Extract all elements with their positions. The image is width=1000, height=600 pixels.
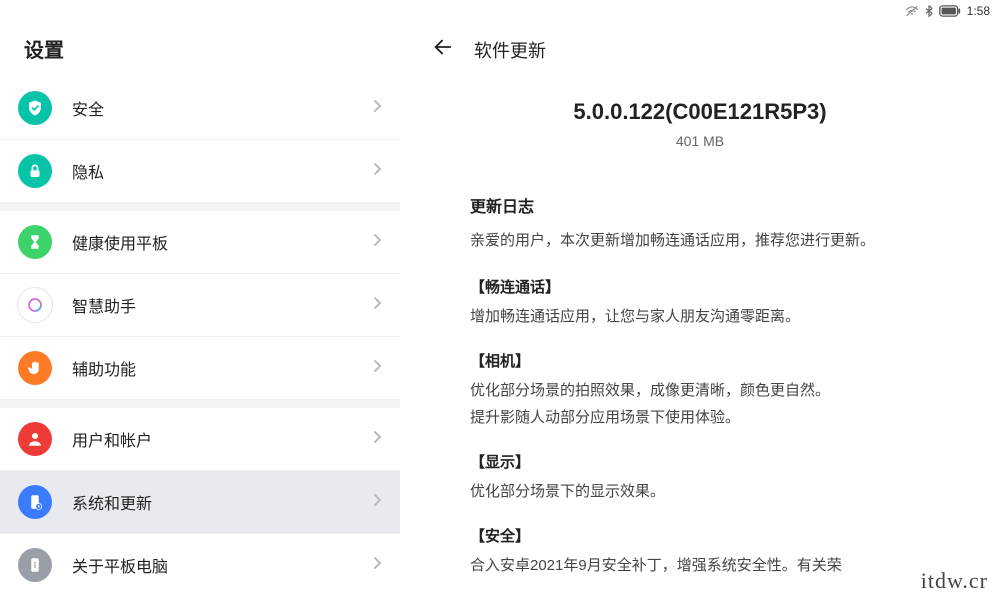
sidebar-item-label: 系统和更新 (72, 490, 372, 514)
sidebar-item-label: 安全 (72, 96, 372, 120)
update-size: 401 MB (460, 133, 940, 149)
chevron-right-icon (372, 232, 382, 253)
changelog-section-body: 优化部分场景下的显示效果。 (470, 478, 930, 505)
chevron-right-icon (372, 555, 382, 576)
changelog-section-title: 【显示】 (470, 451, 930, 472)
assistant-ring-icon (18, 288, 52, 322)
phone-gear-icon (18, 485, 52, 519)
sidebar-item-1[interactable]: 隐私 (0, 140, 400, 203)
changelog-section-body: 优化部分场景的拍照效果，成像更清晰，颜色更自然。 提升影随人动部分应用场景下使用… (470, 377, 930, 431)
hand-icon (18, 351, 52, 385)
phone-info-icon (18, 548, 52, 582)
sidebar-item-4[interactable]: 辅助功能 (0, 337, 400, 400)
shield-check-icon (18, 91, 52, 125)
changelog-intro: 亲爱的用户，本次更新增加畅连通话应用，推荐您进行更新。 (470, 227, 930, 254)
changelog-section-body: 合入安卓2021年9月安全补丁，增强系统安全性。有关荣 (470, 552, 930, 579)
update-version: 5.0.0.122(C00E121R5P3) (460, 99, 940, 125)
chevron-right-icon (372, 492, 382, 513)
sidebar-item-7[interactable]: 关于平板电脑 (0, 534, 400, 596)
chevron-right-icon (372, 161, 382, 182)
changelog-section-title: 【相机】 (470, 350, 930, 371)
bluetooth-icon (925, 5, 933, 17)
page-title: 软件更新 (474, 37, 546, 63)
wifi-icon (905, 5, 919, 17)
sidebar-item-label: 关于平板电脑 (72, 553, 372, 577)
sidebar-item-0[interactable]: 安全 (0, 77, 400, 140)
sidebar-item-label: 智慧助手 (72, 293, 372, 317)
chevron-right-icon (372, 358, 382, 379)
sidebar-item-3[interactable]: 智慧助手 (0, 274, 400, 337)
settings-sidebar: 设置 安全隐私健康使用平板智慧助手辅助功能用户和帐户系统和更新关于平板电脑 (0, 22, 400, 600)
sidebar-item-label: 隐私 (72, 159, 372, 183)
status-bar: 1:58 (895, 0, 1000, 22)
back-button[interactable] (432, 36, 454, 63)
changelog-heading: 更新日志 (470, 193, 930, 217)
chevron-right-icon (372, 98, 382, 119)
chevron-right-icon (372, 429, 382, 450)
update-detail-pane: 软件更新 5.0.0.122(C00E121R5P3) 401 MB 更新日志 … (400, 22, 1000, 600)
sidebar-item-label: 健康使用平板 (72, 230, 372, 254)
sidebar-item-2[interactable]: 健康使用平板 (0, 211, 400, 274)
changelog: 更新日志 亲爱的用户，本次更新增加畅连通话应用，推荐您进行更新。 【畅连通话】增… (460, 193, 940, 579)
settings-title: 设置 (0, 22, 400, 77)
chevron-right-icon (372, 295, 382, 316)
sidebar-item-label: 用户和帐户 (72, 427, 372, 451)
changelog-section-body: 增加畅连通话应用，让您与家人朋友沟通零距离。 (470, 303, 930, 330)
hourglass-icon (18, 225, 52, 259)
battery-icon (939, 5, 961, 17)
changelog-section-title: 【畅连通话】 (470, 276, 930, 297)
changelog-section-title: 【安全】 (470, 525, 930, 546)
person-icon (18, 422, 52, 456)
sidebar-item-label: 辅助功能 (72, 356, 372, 380)
sidebar-item-5[interactable]: 用户和帐户 (0, 408, 400, 471)
watermark: itdw.cr (921, 568, 988, 594)
sidebar-item-6[interactable]: 系统和更新 (0, 471, 400, 534)
lock-icon (18, 154, 52, 188)
status-time: 1:58 (967, 4, 990, 18)
